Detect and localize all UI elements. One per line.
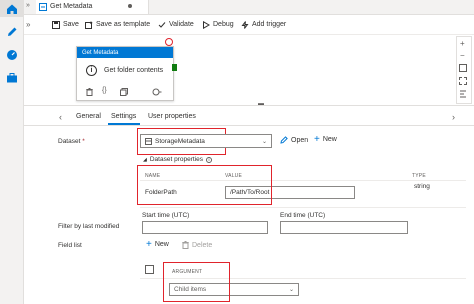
end-time-label: End time (UTC) (280, 212, 326, 219)
canvas-zoom-tools: + − (456, 36, 472, 104)
delete-trash-icon[interactable] (86, 88, 93, 96)
monitor-gauge-icon[interactable] (5, 48, 18, 61)
chevron-down-icon: ⌄ (261, 138, 267, 145)
filter-label: Filter by last modified (58, 223, 120, 230)
add-output-arrow-icon[interactable] (152, 88, 162, 96)
fit-to-screen-icon[interactable] (459, 64, 467, 72)
plus-icon: + (146, 239, 152, 250)
success-output-handle[interactable] (172, 64, 177, 71)
param-type: string (414, 183, 430, 190)
dataset-select-value: StorageMetadata (155, 137, 205, 145)
dataset-select[interactable]: StorageMetadata ⌄ (140, 134, 272, 148)
new-label: New (322, 136, 337, 143)
home-icon[interactable] (5, 2, 18, 15)
dataset-icon (145, 137, 152, 145)
code-braces-icon[interactable]: {} (102, 87, 107, 94)
save-as-template-button[interactable]: Save as template (85, 15, 150, 34)
play-icon (203, 20, 210, 29)
checkmark-icon (158, 21, 166, 28)
pencil-edit-icon (280, 136, 288, 144)
toolbar-collapse-icon[interactable]: » (26, 20, 30, 29)
add-trigger-button[interactable]: Add trigger (241, 15, 286, 34)
select-region-icon[interactable] (459, 77, 467, 85)
chevron-down-icon: ⌄ (288, 287, 294, 293)
info-icon: i (86, 65, 97, 76)
add-trigger-label: Add trigger (252, 21, 287, 28)
table-row-divider (140, 207, 466, 208)
validate-button[interactable]: Validate (158, 15, 194, 34)
new-argument-button[interactable]: + New (146, 239, 169, 250)
start-time-label: Start time (UTC) (142, 212, 190, 219)
pipeline-icon (39, 3, 47, 13)
active-tab-indicator (108, 123, 140, 125)
tab-get-metadata[interactable]: Get Metadata (36, 0, 149, 14)
activity-header: Get Metadata (77, 47, 173, 58)
trash-icon (182, 241, 189, 249)
dataset-properties-toggle[interactable]: ◢ Dataset properties i (143, 156, 212, 163)
trigger-icon (241, 20, 249, 29)
field-list-label: Field list (58, 242, 82, 249)
tabs-scroll-left-icon[interactable]: ‹ (59, 108, 62, 125)
collapse-triangle-icon: ◢ (143, 156, 147, 163)
start-time-input[interactable] (142, 221, 268, 234)
debug-button[interactable]: Debug (202, 15, 234, 34)
tab-user-properties[interactable]: User properties (148, 108, 196, 125)
new-dataset-button[interactable]: + New (314, 134, 337, 145)
required-asterisk: * (82, 138, 85, 145)
argument-highlight-box (163, 262, 230, 302)
collapse-panel-icon[interactable]: ▬ (258, 101, 264, 107)
plus-icon: + (314, 134, 320, 145)
parameters-highlight-box (137, 165, 272, 205)
properties-tab-bar: ‹ General Settings User properties › ⤢ (24, 108, 474, 126)
activity-description: Get folder contents (104, 67, 164, 74)
open-dataset-button[interactable]: Open (280, 136, 308, 144)
validate-label: Validate (169, 21, 194, 28)
unsaved-dot-icon (128, 4, 132, 8)
clone-copy-icon[interactable] (120, 88, 128, 96)
dataset-label: Dataset * (58, 138, 85, 145)
open-label: Open (291, 136, 309, 144)
end-time-input[interactable] (280, 221, 408, 234)
save-label: Save (63, 21, 79, 28)
zoom-out-icon[interactable]: − (460, 51, 465, 60)
get-metadata-activity-card[interactable]: Get Metadata i Get folder contents {} (76, 46, 174, 101)
dataset-label-text: Dataset (58, 138, 81, 145)
document-tab-bar: » Get Metadata (24, 0, 474, 15)
collapse-chevron-icon[interactable]: » (26, 2, 30, 9)
debug-label: Debug (213, 21, 234, 28)
save-as-template-icon (85, 21, 93, 29)
save-as-template-label: Save as template (96, 21, 151, 28)
tabs-scroll-right-icon[interactable]: › (452, 108, 455, 125)
manage-toolbox-icon[interactable] (5, 71, 18, 84)
tab-general[interactable]: General (76, 108, 101, 125)
panel-splitter[interactable] (24, 105, 474, 106)
new-argument-label: New (154, 241, 169, 248)
tab-title: Get Metadata (50, 3, 93, 10)
pipeline-toolbar: » Save Save as template Validate Debug A… (24, 15, 474, 35)
activity-status-circle-icon (165, 38, 173, 46)
left-rail (0, 0, 24, 304)
save-button[interactable]: Save (52, 15, 79, 34)
info-icon: i (205, 156, 212, 163)
delete-argument-button[interactable]: Delete (182, 241, 212, 249)
column-header-type: TYPE (412, 173, 426, 179)
save-icon (52, 20, 60, 29)
delete-argument-label: Delete (192, 241, 213, 249)
dataset-properties-label: Dataset properties (149, 156, 203, 163)
select-all-checkbox[interactable] (145, 265, 154, 274)
auto-align-icon[interactable] (459, 90, 467, 98)
zoom-in-icon[interactable]: + (460, 39, 465, 48)
author-pencil-icon[interactable] (5, 25, 18, 38)
